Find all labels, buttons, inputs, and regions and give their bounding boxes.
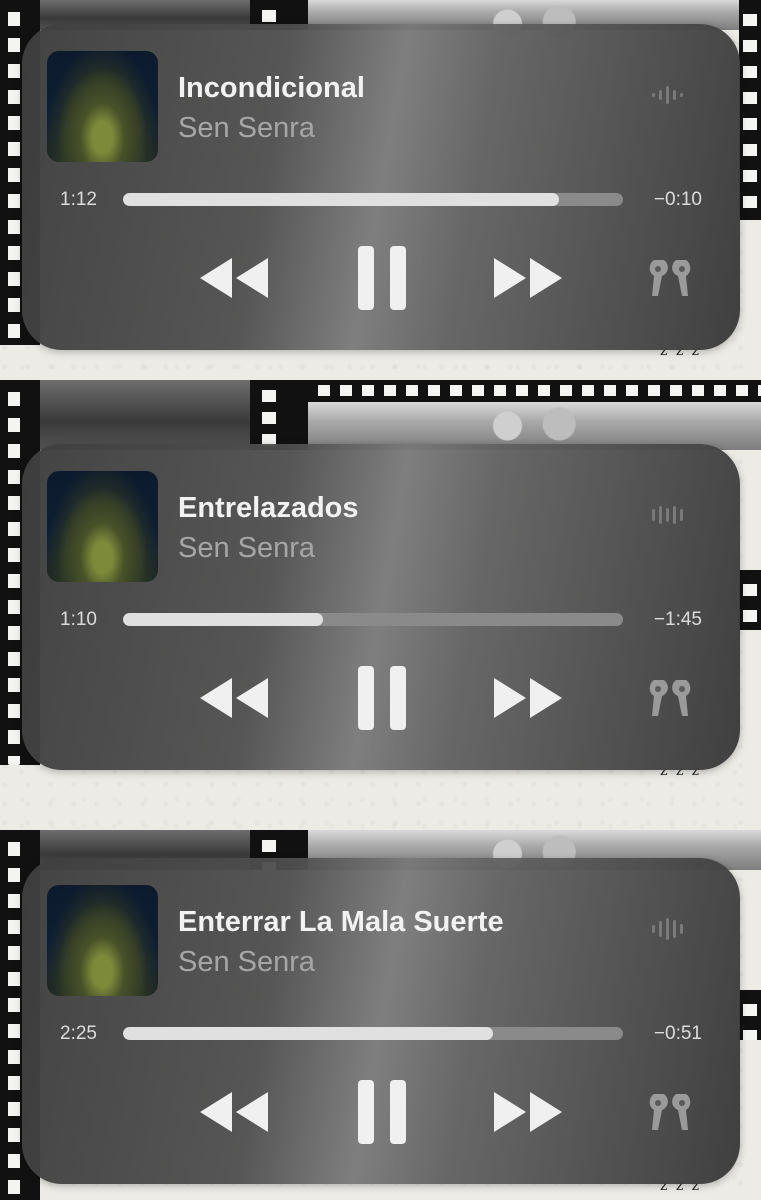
airpods-icon[interactable] (640, 680, 700, 720)
rewind-icon[interactable] (198, 1090, 270, 1134)
now-playing-section-3: z z z Enterrar La Mala Suerte Sen Senra … (0, 800, 761, 1200)
fast-forward-icon[interactable] (492, 1090, 564, 1134)
film-strip-right (739, 570, 761, 630)
now-playing-card: Entrelazados Sen Senra 1:10 −1:45 (22, 444, 740, 770)
film-strip-top (308, 380, 761, 402)
track-artist: Sen Senra (178, 532, 316, 564)
progress-fill (123, 613, 323, 626)
track-title: Incondicional (178, 72, 365, 104)
fast-forward-icon[interactable] (492, 256, 564, 300)
now-playing-card: Incondicional Sen Senra 1:12 −0:10 (22, 24, 740, 350)
fast-forward-icon[interactable] (492, 676, 564, 720)
track-artist: Sen Senra (178, 946, 316, 978)
film-strip-right (739, 990, 761, 1040)
elapsed-time: 1:10 (60, 609, 97, 630)
rewind-icon[interactable] (198, 256, 270, 300)
now-playing-card: Enterrar La Mala Suerte Sen Senra 2:25 −… (22, 858, 740, 1184)
elapsed-time: 2:25 (60, 1023, 97, 1044)
album-art[interactable] (47, 885, 158, 996)
album-art[interactable] (47, 471, 158, 582)
waveform-icon (652, 84, 683, 106)
rewind-icon[interactable] (198, 676, 270, 720)
waveform-icon (652, 918, 683, 940)
pause-icon[interactable] (356, 1078, 408, 1146)
remaining-time: −0:10 (653, 189, 702, 210)
airpods-icon[interactable] (640, 1094, 700, 1134)
remaining-time: −1:45 (653, 609, 702, 630)
track-title: Entrelazados (178, 492, 359, 524)
pause-icon[interactable] (356, 664, 408, 732)
photo-faces (480, 402, 590, 442)
photo-left (40, 380, 250, 450)
now-playing-section-2: z z z Entrelazados Sen Senra 1:10 −1:45 (0, 380, 761, 780)
track-artist: Sen Senra (178, 112, 316, 144)
progress-fill (123, 1027, 493, 1040)
remaining-time: −0:51 (653, 1023, 702, 1044)
progress-scrubber[interactable] (123, 613, 623, 626)
album-art[interactable] (47, 51, 158, 162)
waveform-icon (652, 504, 683, 526)
now-playing-section-1: z z z Incondicional Sen Senra 1:12 −0:10 (0, 0, 761, 400)
progress-scrubber[interactable] (123, 193, 623, 206)
track-title: Enterrar La Mala Suerte (178, 906, 504, 938)
film-strip-right (739, 0, 761, 220)
pause-icon[interactable] (356, 244, 408, 312)
film-strip-middle (250, 380, 308, 450)
elapsed-time: 1:12 (60, 189, 97, 210)
progress-fill (123, 193, 559, 206)
airpods-icon[interactable] (640, 260, 700, 300)
progress-scrubber[interactable] (123, 1027, 623, 1040)
